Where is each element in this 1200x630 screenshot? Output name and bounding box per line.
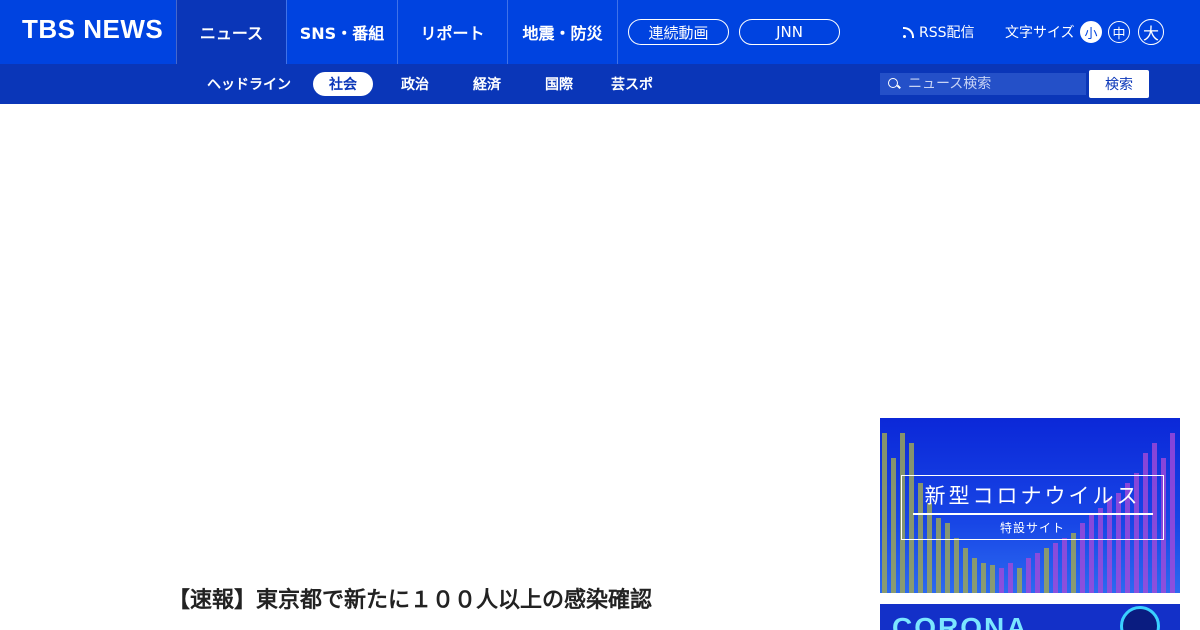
rss-label: RSS配信: [919, 25, 975, 41]
sub-navigation-bar: ヘッドライン 社会 政治 経済 国際 芸スポ 検索: [0, 64, 1200, 104]
banner-bar: [990, 565, 995, 593]
search-button[interactable]: 検索: [1089, 70, 1149, 98]
tbs-news-logo[interactable]: TBS NEWS: [22, 14, 163, 45]
tab-report[interactable]: リポート: [397, 0, 507, 64]
banner-bar: [1017, 568, 1022, 593]
subnav-international[interactable]: 国際: [534, 72, 584, 96]
banner-bar: [1044, 548, 1049, 593]
banner-bar: [963, 548, 968, 593]
globe-icon: [1120, 606, 1160, 630]
subnav-politics[interactable]: 政治: [390, 72, 440, 96]
jnn-button[interactable]: JNN: [739, 19, 840, 45]
subnav-entertainment-sports[interactable]: 芸スポ: [604, 72, 660, 96]
search-icon: [888, 78, 900, 90]
corona-secondary-text: CORONA: [892, 612, 1029, 630]
banner-bar: [954, 538, 959, 593]
serial-video-button[interactable]: 連続動画: [628, 19, 729, 45]
subnav-headline[interactable]: ヘッドライン: [200, 72, 298, 96]
corona-banner-title: 新型コロナウイルス: [912, 480, 1153, 515]
tab-disaster[interactable]: 地震・防災: [507, 0, 618, 64]
search-box: [880, 73, 1086, 95]
font-size-small-button[interactable]: 小: [1080, 21, 1102, 43]
corona-banner-secondary[interactable]: CORONA: [880, 604, 1180, 630]
article-headline: 【速報】東京都で新たに１００人以上の感染確認: [168, 588, 653, 613]
font-size-medium-button[interactable]: 中: [1108, 21, 1130, 43]
rss-link[interactable]: RSS配信: [903, 22, 975, 42]
banner-bar: [1035, 553, 1040, 593]
banner-bar: [1170, 433, 1175, 593]
top-navigation-bar: TBS NEWS ニュース SNS・番組 リポート 地震・防災 連続動画 JNN…: [0, 0, 1200, 64]
banner-bar: [882, 433, 887, 593]
banner-bar: [999, 568, 1004, 593]
banner-bar: [1062, 538, 1067, 593]
banner-bar: [891, 458, 896, 593]
corona-banner-frame: 新型コロナウイルス 特設サイト: [901, 475, 1164, 540]
banner-bar: [1053, 543, 1058, 593]
banner-bar: [1071, 533, 1076, 593]
tab-sns-programs[interactable]: SNS・番組: [286, 0, 397, 64]
subnav-society[interactable]: 社会: [313, 72, 373, 96]
banner-bar: [981, 563, 986, 593]
tab-news[interactable]: ニュース: [176, 0, 286, 64]
corona-banner-subtitle: 特設サイト: [999, 520, 1065, 535]
font-size-label: 文字サイズ: [1005, 25, 1075, 41]
search-input[interactable]: [908, 76, 1078, 92]
rss-icon: [903, 26, 915, 38]
font-size-large-button[interactable]: 大: [1138, 19, 1164, 45]
banner-bar: [972, 558, 977, 593]
banner-bar: [1008, 563, 1013, 593]
corona-special-site-banner[interactable]: 新型コロナウイルス 特設サイト: [880, 418, 1180, 593]
banner-bar: [1026, 558, 1031, 593]
subnav-economy[interactable]: 経済: [462, 72, 512, 96]
